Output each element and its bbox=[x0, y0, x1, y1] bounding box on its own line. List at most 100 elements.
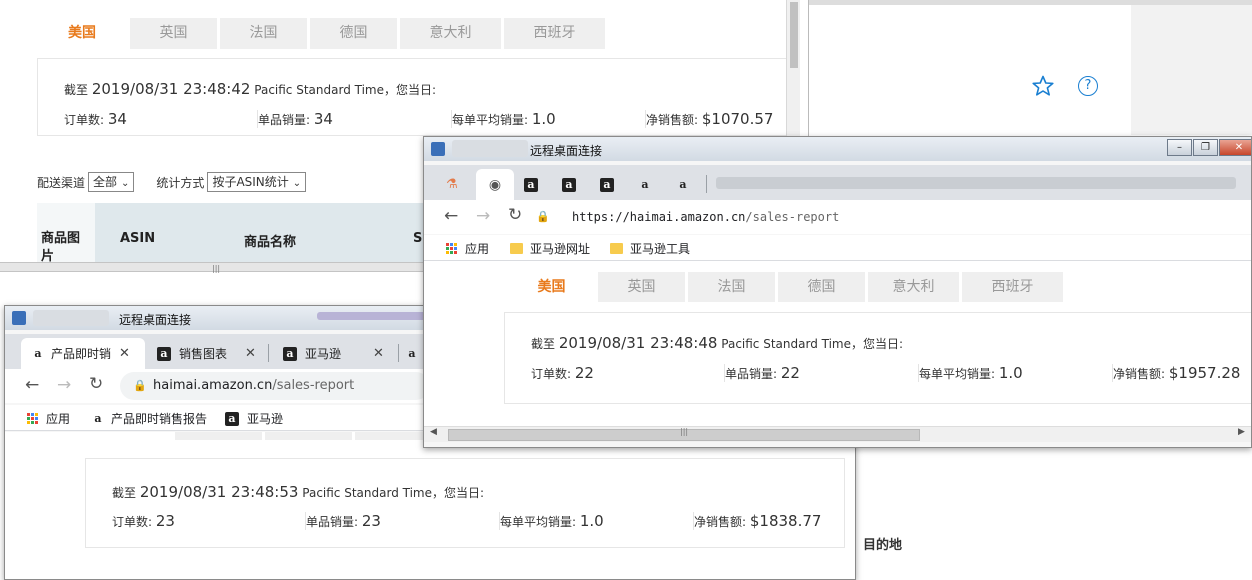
tab-flask[interactable]: ⚗ bbox=[446, 169, 470, 200]
bookmark-apps[interactable]: 应用 bbox=[27, 410, 70, 427]
url-text[interactable]: https://haimai.amazon.cn/sales-report bbox=[572, 210, 839, 224]
tab-amazon-3[interactable]: a bbox=[600, 169, 620, 200]
close-icon[interactable]: ✕ bbox=[119, 346, 130, 361]
stat-method-select[interactable]: 按子ASIN统计 ⌄ bbox=[207, 172, 307, 192]
back-icon[interactable]: ← bbox=[25, 375, 39, 395]
lock-icon: 🔒 bbox=[536, 210, 550, 223]
tab-de[interactable]: 德国 bbox=[778, 272, 865, 302]
tab-amazon-5[interactable]: a bbox=[676, 169, 696, 200]
tab-es[interactable]: 西班牙 bbox=[962, 272, 1063, 302]
amazon-icon: a bbox=[524, 177, 538, 192]
bookmark-amazon-tools[interactable]: 亚马逊工具 bbox=[610, 240, 690, 257]
star-icon[interactable] bbox=[1031, 74, 1055, 102]
help-icon[interactable]: ? bbox=[1078, 76, 1098, 96]
flask-icon: ⚗ bbox=[446, 177, 458, 192]
restore-button[interactable]: ❐ bbox=[1193, 139, 1218, 156]
tab-us[interactable]: 美国 bbox=[508, 272, 595, 302]
url-text[interactable]: haimai.amazon.cn/sales-report bbox=[153, 378, 354, 393]
remote-desktop-window-front: 远程桌面连接 – ❐ ✕ ⚗ ◉ a a a a a ← → ↻ 🔒 https… bbox=[423, 136, 1252, 448]
tab-active[interactable]: ◉ bbox=[476, 169, 514, 200]
stat-row: 订单数: 34 单品销量: 34 每单平均销量: 1.0 净销售额: $1070… bbox=[64, 110, 796, 128]
scroll-right-icon[interactable]: ▶ bbox=[1238, 427, 1245, 437]
tab-fr[interactable]: 法国 bbox=[688, 272, 775, 302]
tab-it[interactable]: 意大利 bbox=[868, 272, 959, 302]
bookmark-amazon[interactable]: a 亚马逊 bbox=[225, 410, 283, 427]
apps-icon bbox=[446, 243, 457, 254]
splitter-bar[interactable]: ||| bbox=[0, 262, 426, 273]
close-button[interactable]: ✕ bbox=[1219, 139, 1251, 156]
tab-instant-sales[interactable]: a 产品即时销 ✕ bbox=[21, 338, 145, 369]
tab-es[interactable]: 西班牙 bbox=[504, 18, 605, 49]
stat-orders: 订单数: 22 bbox=[531, 364, 725, 382]
tab-de[interactable]: 德国 bbox=[310, 18, 397, 49]
bookmark-apps[interactable]: 应用 bbox=[446, 240, 489, 257]
country-tabs: 美国 英国 法国 德国 意大利 西班牙 bbox=[37, 18, 605, 49]
stat-sales: 净销售额: $1838.77 bbox=[694, 512, 822, 530]
apps-icon bbox=[27, 413, 38, 424]
tab-amazon-2[interactable]: a bbox=[562, 169, 582, 200]
stat-units: 单品销量: 23 bbox=[306, 512, 500, 530]
tab-amazon-1[interactable]: a bbox=[524, 169, 544, 200]
bookmarks-bar: 应用 亚马逊网址 亚马逊工具 bbox=[424, 235, 1251, 261]
stat-row: 订单数: 22 单品销量: 22 每单平均销量: 1.0 净销售额: $1957… bbox=[531, 364, 1251, 382]
tab-fr[interactable]: 法国 bbox=[220, 18, 307, 49]
lock-icon: 🔒 bbox=[133, 379, 147, 392]
bookmark-instant-report[interactable]: a 产品即时销售报告 bbox=[91, 410, 207, 427]
summary-box: 截至 2019/08/31 23:48:42 Pacific Standard … bbox=[37, 58, 787, 136]
amazon-icon: a bbox=[600, 177, 614, 192]
horizontal-scrollbar[interactable]: ◀ ||| ▶ bbox=[424, 426, 1251, 442]
grip-icon: ||| bbox=[680, 427, 689, 436]
tab-uk[interactable]: 英国 bbox=[598, 272, 685, 302]
bookmark-amazon-sites[interactable]: 亚马逊网址 bbox=[510, 240, 590, 257]
window-title: 远程桌面连接 bbox=[530, 144, 603, 158]
amazon-icon: a bbox=[34, 346, 42, 360]
remote-desktop-icon bbox=[431, 142, 445, 156]
browser-toolbar: ← → ↻ 🔒 https://haimai.amazon.cn/sales-r… bbox=[424, 200, 1251, 234]
minimize-button[interactable]: – bbox=[1167, 139, 1192, 156]
amazon-icon: a bbox=[641, 177, 649, 191]
stat-avg: 每单平均销量: 1.0 bbox=[919, 364, 1113, 382]
destination-label: 目的地 bbox=[863, 538, 903, 553]
tab-us[interactable]: 美国 bbox=[37, 18, 127, 49]
stat-avg: 每单平均销量: 1.0 bbox=[452, 110, 646, 128]
summary-box: 截至 2019/08/31 23:48:53 Pacific Standard … bbox=[85, 458, 845, 548]
tab-amazon-4[interactable]: a bbox=[638, 169, 658, 200]
grip-icon: ||| bbox=[212, 264, 221, 273]
amazon-icon: a bbox=[283, 346, 297, 361]
reload-icon[interactable]: ↻ bbox=[508, 205, 522, 225]
forward-icon[interactable]: → bbox=[57, 375, 71, 395]
country-tabs-partial bbox=[85, 432, 465, 440]
back-icon[interactable]: ← bbox=[444, 206, 458, 226]
reload-icon[interactable]: ↻ bbox=[89, 374, 103, 394]
amazon-icon: a bbox=[679, 177, 687, 191]
close-icon[interactable]: ✕ bbox=[245, 346, 256, 361]
stat-orders: 订单数: 23 bbox=[112, 512, 306, 530]
tab-amazon[interactable]: a 亚马逊 ✕ bbox=[273, 338, 393, 369]
country-tabs: 美国 英国 法国 德国 意大利 西班牙 bbox=[508, 272, 1063, 302]
tab-it[interactable]: 意大利 bbox=[400, 18, 501, 49]
amazon-icon: a bbox=[225, 411, 239, 426]
window-title: 远程桌面连接 bbox=[119, 313, 192, 327]
col-asin: ASIN bbox=[120, 231, 156, 246]
chevron-down-icon: ⌄ bbox=[121, 178, 130, 189]
close-icon[interactable]: ✕ bbox=[373, 346, 384, 361]
summary-line: 截至 2019/08/31 23:48:53 Pacific Standard … bbox=[112, 483, 485, 501]
remote-desktop-icon bbox=[12, 311, 26, 325]
summary-line: 截至 2019/08/31 23:48:42 Pacific Standard … bbox=[64, 80, 437, 98]
titlebar[interactable]: 远程桌面连接 – ❐ ✕ bbox=[424, 137, 1251, 161]
col-name: 商品名称 bbox=[244, 235, 297, 250]
scroll-left-icon[interactable]: ◀ bbox=[430, 427, 437, 437]
stat-units: 单品销量: 34 bbox=[258, 110, 452, 128]
channel-select[interactable]: 全部 ⌄ bbox=[88, 172, 135, 192]
summary-box: 截至 2019/08/31 23:48:48 Pacific Standard … bbox=[504, 312, 1251, 404]
amazon-icon: a bbox=[157, 346, 171, 361]
forward-icon[interactable]: → bbox=[476, 206, 490, 226]
tab-partial[interactable]: a bbox=[405, 338, 425, 369]
amazon-icon: a bbox=[94, 411, 102, 425]
col-s: S bbox=[413, 231, 423, 246]
stat-row: 订单数: 23 单品销量: 23 每单平均销量: 1.0 净销售额: $1838… bbox=[112, 512, 834, 530]
tab-uk[interactable]: 英国 bbox=[130, 18, 217, 49]
tab-sales-chart[interactable]: a 销售图表 ✕ bbox=[147, 338, 267, 369]
browser-tabstrip: ⚗ ◉ a a a a a bbox=[424, 165, 1251, 200]
page-content: 美国 英国 法国 德国 意大利 西班牙 截至 2019/08/31 23:48:… bbox=[424, 261, 1251, 431]
